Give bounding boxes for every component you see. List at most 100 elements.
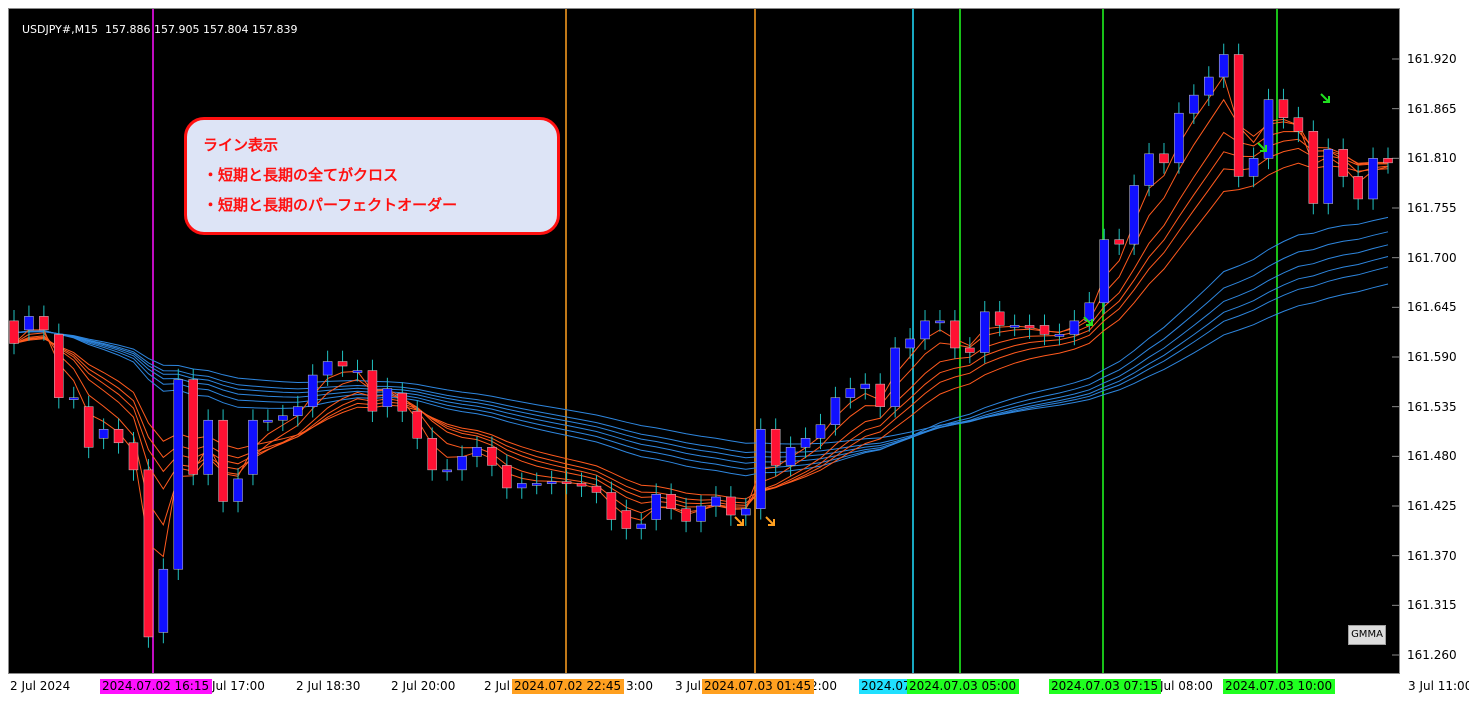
price-label: 161.315: [1407, 598, 1457, 613]
candle-body: [696, 505, 706, 522]
candle-body: [24, 316, 34, 331]
annotation-line-1: ・短期と長期の全てがクロス: [203, 166, 399, 184]
candle-body: [621, 510, 632, 529]
time-label: 3 Jul 11:00: [1408, 679, 1469, 693]
candle-body: [322, 361, 333, 376]
candle-body: [1248, 158, 1259, 177]
candle-body: [1159, 153, 1169, 164]
time-label: 2:00: [810, 679, 837, 693]
candle-body: [487, 447, 497, 466]
annotation-box: ライン表示 ・短期と長期の全てがクロス ・短期と長期のパーフェクトオーダー: [184, 117, 560, 235]
candle-body: [636, 523, 647, 529]
candle-body: [785, 447, 796, 466]
candle-body: [755, 428, 766, 509]
candle-body: [9, 320, 19, 344]
vertical-marker-tag: 2024.07.03 05:00: [907, 679, 1019, 694]
candle-body: [1323, 149, 1334, 204]
candle-body: [427, 438, 437, 471]
candle-body: [1218, 54, 1229, 78]
candle-body: [472, 447, 482, 457]
candle-body: [950, 320, 960, 349]
candle-body: [800, 438, 811, 448]
vertical-marker-tag: 2024.07.03 01:45: [702, 679, 814, 694]
symbol-info: USDJPY#,M15 157.886 157.905 157.804 157.…: [22, 23, 298, 36]
candle-body: [113, 428, 124, 444]
candle-body: [278, 415, 288, 421]
candle-body: [188, 379, 198, 475]
candle-body: [248, 419, 258, 475]
candle-body: [726, 496, 736, 516]
candle-body: [218, 419, 228, 502]
chart-window[interactable]: USDJPY#,M15 157.886 157.905 157.804 157.…: [8, 8, 1400, 674]
candle-body: [711, 496, 721, 507]
candle-body: [517, 483, 527, 489]
candle-body: [1144, 153, 1154, 186]
candle-body: [546, 481, 557, 484]
signal-arrow-icon: [1320, 93, 1330, 103]
candle-body: [1204, 76, 1214, 96]
candle-body: [203, 419, 213, 475]
candle-body: [1308, 130, 1319, 204]
candle-body: [1099, 239, 1109, 304]
candle-body: [382, 388, 393, 407]
candle-body: [666, 494, 676, 509]
price-label: 161.810: [1407, 151, 1457, 166]
price-label: 161.920: [1407, 52, 1457, 66]
candle-body: [83, 406, 94, 448]
candle-body: [307, 374, 318, 407]
price-label: 161.535: [1407, 399, 1457, 414]
candle-body: [233, 478, 243, 502]
price-label: 161.645: [1407, 300, 1457, 315]
candle-body: [1114, 239, 1124, 245]
candle-body: [681, 508, 691, 522]
candle-body: [845, 388, 856, 398]
price-label: 161.370: [1407, 548, 1457, 563]
gmma-button[interactable]: GMMA: [1348, 625, 1386, 645]
candle-body: [1383, 158, 1393, 164]
candle-body: [815, 424, 826, 439]
candle-body: [561, 481, 572, 484]
candle-body: [980, 311, 990, 353]
time-label: 2 Jul 2024: [10, 679, 71, 693]
candle-body: [1368, 158, 1378, 200]
signal-arrow-icon: [765, 516, 775, 526]
candle-body: [442, 469, 452, 473]
price-label: 161.755: [1407, 201, 1457, 215]
candle-body: [502, 465, 512, 489]
vertical-marker-tag: 2024.07.03 07:15: [1049, 679, 1161, 694]
candle-body: [1189, 94, 1199, 114]
candle-body: [293, 406, 303, 416]
candle-body: [591, 485, 602, 493]
time-label: 3:00: [626, 679, 653, 693]
time-label: 3 Jul: [675, 679, 701, 693]
candle-body: [1024, 325, 1035, 329]
candle-body: [143, 469, 154, 638]
candle-body: [606, 492, 617, 520]
candle-body: [1278, 99, 1289, 118]
candle-body: [531, 483, 542, 486]
time-label: 2 Jul 20:00: [391, 679, 456, 693]
price-chart[interactable]: [9, 9, 1399, 673]
candle-body: [920, 320, 930, 340]
price-label: 161.590: [1407, 350, 1457, 364]
candle-body: [830, 397, 841, 425]
candle-body: [741, 508, 751, 516]
annotation-title: ライン表示: [203, 136, 279, 154]
candle-body: [128, 442, 139, 471]
vertical-marker-tag: 2024.07.02 16:15: [100, 679, 212, 694]
price-label: 161.425: [1407, 499, 1457, 513]
time-label: Jul 08:00: [1160, 679, 1213, 693]
candle-body: [994, 311, 1005, 326]
candle-body: [352, 370, 363, 373]
time-label: 2 Jul 18:30: [296, 679, 361, 693]
candle-body: [337, 361, 348, 367]
candle-body: [68, 397, 79, 400]
candle-body: [457, 456, 467, 471]
price-label: 161.865: [1407, 101, 1457, 116]
candle-body: [412, 410, 422, 439]
candle-body: [905, 338, 915, 349]
candle-body: [651, 494, 661, 520]
candle-body: [397, 392, 408, 412]
price-label: 161.700: [1407, 250, 1457, 265]
candle-body: [1009, 325, 1020, 328]
